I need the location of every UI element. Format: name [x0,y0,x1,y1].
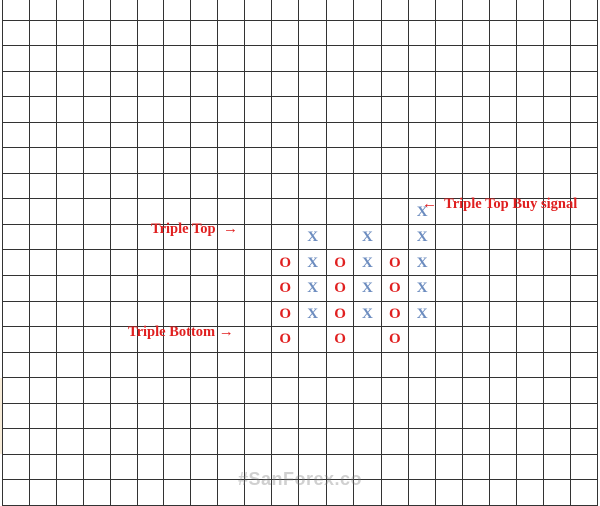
arrow-left-icon: ← [422,197,441,212]
label-text: Triple Top [151,221,216,237]
o-mark: O [279,255,291,271]
arrow-right-icon: → [219,325,234,340]
label-triple-top-buy-signal: ← Triple Top Buy signal [422,197,577,212]
arrow-right-icon: → [219,222,238,237]
x-mark: X [417,255,428,271]
o-mark: O [279,306,291,322]
o-mark: O [279,280,291,296]
x-mark: X [417,280,428,296]
x-mark: X [307,306,318,322]
watermark-text: #SanForex.co [0,469,600,490]
x-mark: X [307,280,318,296]
o-mark: O [389,331,401,347]
o-mark: O [279,331,291,347]
x-mark: X [362,229,373,245]
label-triple-top: Triple Top → [151,222,238,237]
point-figure-grid: XXXXOXOXOXOXOXOXOXOXOXOOO [2,0,598,506]
o-mark: O [334,280,346,296]
o-mark: O [334,255,346,271]
x-mark: X [362,280,373,296]
o-mark: O [334,331,346,347]
label-triple-bottom: Triple Bottom → [128,325,234,340]
x-mark: X [307,255,318,271]
label-text: Triple Top Buy signal [444,196,577,212]
o-mark: O [389,306,401,322]
label-text: Triple Bottom [128,324,215,340]
o-mark: O [389,280,401,296]
o-mark: O [389,255,401,271]
x-mark: X [362,306,373,322]
x-mark: X [417,229,428,245]
o-mark: O [334,306,346,322]
x-mark: X [362,255,373,271]
x-mark: X [307,229,318,245]
x-mark: X [417,306,428,322]
